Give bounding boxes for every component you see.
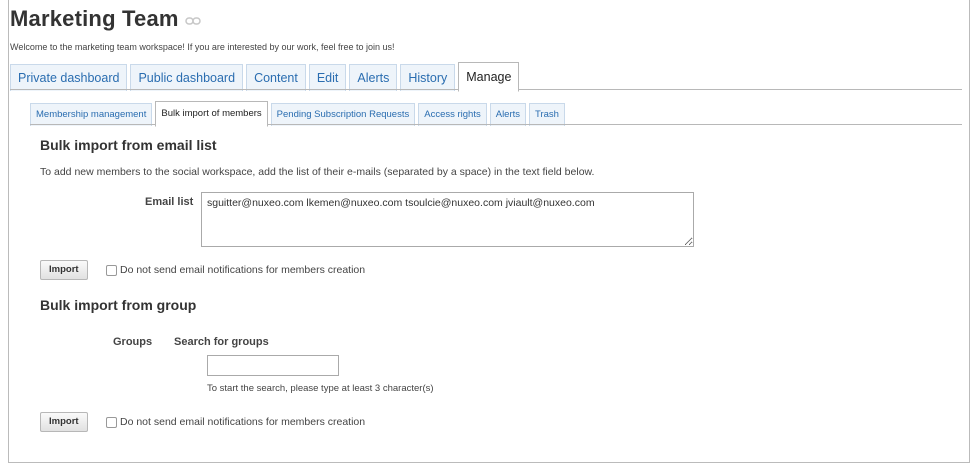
group-notify-checkbox[interactable] [106,416,117,428]
subtab-trash[interactable]: Trash [529,103,565,126]
tab-public-dashboard[interactable]: Public dashboard [130,64,244,91]
email-notify-checkbox[interactable] [106,264,117,276]
group-search-input[interactable] [207,355,339,376]
main-tabs: Private dashboard Public dashboard Conte… [10,62,522,92]
email-list-field[interactable]: sguitter@nuxeo.com lkemen@nuxeo.com tsou… [201,192,694,247]
email-section-description: To add new members to the social workspa… [40,166,595,178]
groups-label: Groups [113,336,153,348]
search-groups-label: Search for groups [174,336,269,348]
email-list-label: Email list [145,196,194,208]
subtab-alerts[interactable]: Alerts [489,103,527,126]
page-title: Marketing Team [10,6,179,31]
welcome-message: Welcome to the marketing team workspace!… [10,42,395,52]
permalink-icon[interactable] [184,16,201,26]
tab-manage[interactable]: Manage [458,62,520,92]
subtab-membership-management[interactable]: Membership management [30,103,153,126]
email-notify-label: Do not send email notifications for memb… [120,264,366,276]
tab-alerts[interactable]: Alerts [349,64,398,91]
group-section-heading: Bulk import from group [40,297,197,313]
group-search-hint: To start the search, please type at leas… [207,383,434,394]
subtab-pending-requests[interactable]: Pending Subscription Requests [270,103,416,126]
subtab-access-rights[interactable]: Access rights [418,103,487,126]
email-notify-option[interactable]: Do not send email notifications for memb… [106,264,365,276]
title-row: Marketing Team [10,6,201,32]
group-notify-option[interactable]: Do not send email notifications for memb… [106,416,365,428]
tab-history[interactable]: History [400,64,456,91]
tab-private-dashboard[interactable]: Private dashboard [10,64,128,91]
group-notify-label: Do not send email notifications for memb… [120,416,366,428]
email-import-button[interactable]: Import [40,260,88,280]
manage-subtabs: Membership management Bulk import of mem… [30,101,568,127]
subtab-bulk-import[interactable]: Bulk import of members [155,101,268,127]
email-section-heading: Bulk import from email list [40,137,217,153]
tab-content[interactable]: Content [246,64,306,91]
group-import-button[interactable]: Import [40,412,88,432]
tab-edit[interactable]: Edit [308,64,347,91]
